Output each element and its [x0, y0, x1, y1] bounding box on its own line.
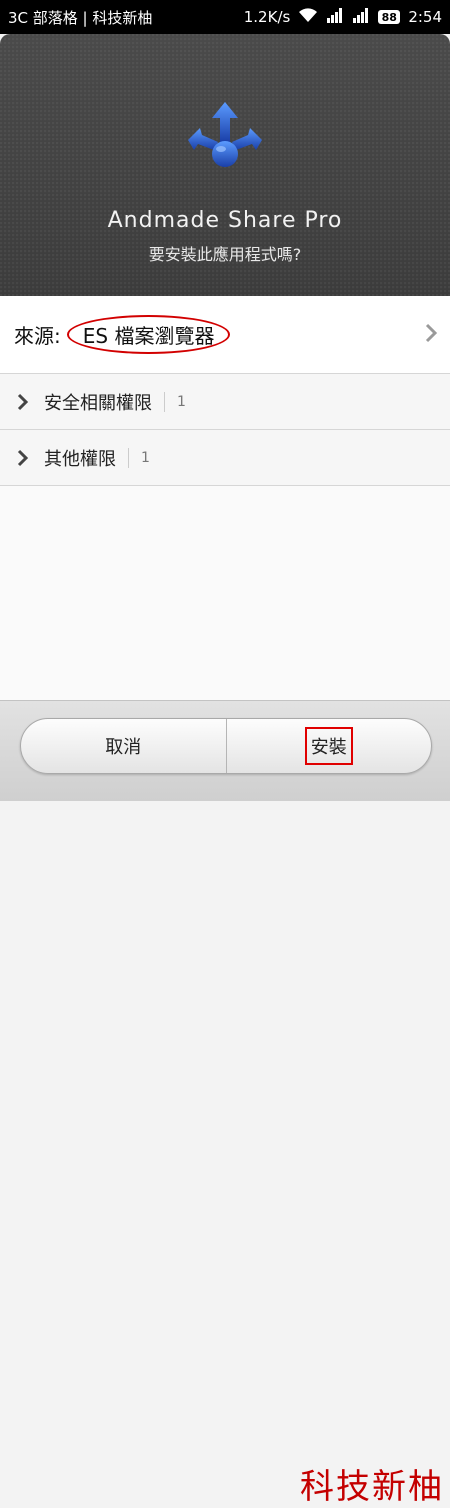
permission-count: 1 — [128, 447, 150, 468]
app-name: Andmade Share Pro — [107, 208, 343, 233]
install-button[interactable]: 安裝 — [227, 719, 432, 773]
permission-label: 安全相關權限 — [44, 392, 152, 414]
signal-icon-2 — [352, 7, 370, 27]
network-speed: 1.2K/s — [243, 8, 291, 26]
source-label: 來源: — [14, 324, 61, 348]
chevron-right-icon — [17, 393, 29, 410]
install-label: 安裝 — [304, 727, 353, 765]
action-bar: 取消 安裝 科技新柚 — [0, 700, 450, 1507]
cancel-button[interactable]: 取消 — [21, 719, 227, 773]
install-question: 要安裝此應用程式嗎? — [148, 245, 302, 264]
status-bar: 3C 部落格 | 科技新柚 1.2K/s 88 2:54 — [0, 0, 450, 34]
cancel-label: 取消 — [105, 737, 142, 758]
share-arrows-icon — [186, 102, 264, 172]
permission-row-other[interactable]: 其他權限 1 — [0, 430, 450, 486]
status-carrier-text: 3C 部落格 | 科技新柚 — [8, 8, 153, 27]
app-header: Andmade Share Pro 要安裝此應用程式嗎? — [0, 34, 450, 296]
source-value: ES 檔案瀏覽器 — [66, 315, 231, 354]
chevron-right-icon — [17, 449, 29, 466]
source-row[interactable]: 來源: ES 檔案瀏覽器 — [0, 296, 450, 374]
permission-count: 1 — [164, 391, 186, 412]
status-indicators: 1.2K/s 88 2:54 — [244, 7, 442, 27]
permission-row-security[interactable]: 安全相關權限 1 — [0, 374, 450, 430]
chevron-right-icon — [425, 323, 438, 343]
signal-icon — [326, 7, 344, 27]
button-group: 取消 安裝 — [20, 718, 432, 774]
install-details: 來源: ES 檔案瀏覽器 安全相關權限 1 其他權限 1 — [0, 296, 450, 700]
status-time: 2:54 — [408, 8, 442, 26]
battery-icon: 88 — [378, 10, 401, 24]
wifi-icon — [298, 7, 318, 27]
watermark: 科技新柚 — [300, 1467, 444, 1507]
permission-label: 其他權限 — [44, 448, 116, 470]
